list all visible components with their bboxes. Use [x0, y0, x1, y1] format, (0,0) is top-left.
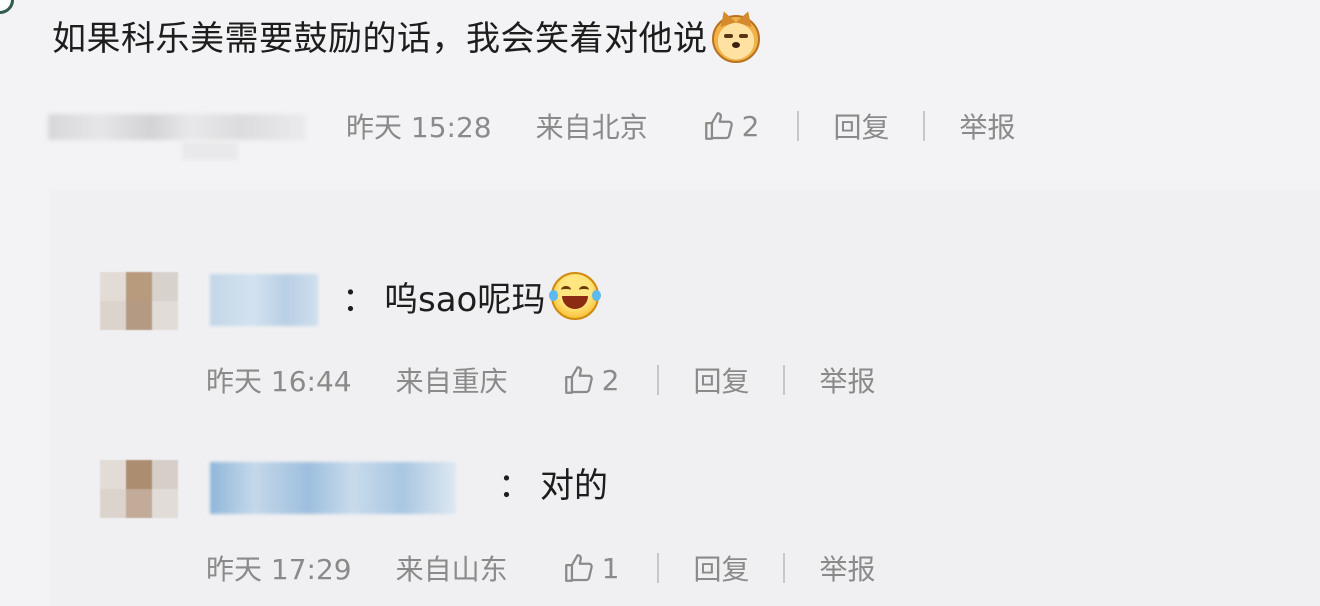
comment-time: 昨天 15:28: [346, 111, 492, 144]
divider: [657, 365, 660, 395]
replies-section: ： 呜sao呢玛 昨天 16:44 来自重庆 2 回复 举报 ： 对的 昨天 1…: [50, 190, 1320, 606]
main-comment-meta: 昨天 15:28 来自北京 2 回复 举报: [346, 106, 1015, 146]
reply-meta: 昨天 16:44 来自重庆 2 回复 举报: [206, 360, 875, 400]
thumbs-up-icon: [704, 112, 733, 140]
reply-meta: 昨天 17:29 来自山东 1 回复 举报: [206, 548, 875, 588]
main-comment: 如果科乐美需要鼓励的话，我会笑着对他说: [52, 10, 1320, 68]
reply-text: 对的: [540, 465, 608, 506]
reply-button[interactable]: 回复: [833, 106, 889, 146]
divider: [783, 553, 786, 583]
reply-separator: ：: [342, 279, 376, 320]
report-button[interactable]: 举报: [819, 548, 875, 588]
report-button[interactable]: 举报: [959, 106, 1015, 146]
divider: [783, 365, 786, 395]
divider: [797, 111, 800, 141]
reply-username-blurred[interactable]: [210, 462, 456, 514]
reply-time: 昨天 16:44: [206, 365, 352, 398]
like-button[interactable]: 2: [702, 109, 760, 143]
main-comment-username-blurred-sub: [182, 142, 238, 160]
thumbs-up-icon: [564, 554, 593, 582]
like-count: 2: [741, 109, 760, 143]
like-count: 2: [601, 363, 620, 397]
divider: [923, 111, 926, 141]
avatar[interactable]: [100, 272, 178, 330]
comment-location: 来自北京: [535, 111, 648, 144]
reply-separator: ：: [498, 465, 532, 506]
main-comment-body: 如果科乐美需要鼓励的话，我会笑着对他说: [52, 10, 1320, 68]
avatar[interactable]: [100, 460, 178, 518]
divider: [657, 553, 660, 583]
report-button[interactable]: 举报: [819, 360, 875, 400]
reply-button[interactable]: 回复: [693, 360, 749, 400]
thumbs-up-icon: [564, 366, 593, 394]
reply-text: 呜sao呢玛: [384, 279, 546, 320]
reply-body: ： 呜sao呢玛: [342, 270, 602, 322]
corner-avatar-fragment: [0, 0, 14, 14]
like-button[interactable]: 2: [562, 363, 620, 397]
reply-time: 昨天 17:29: [206, 553, 352, 586]
main-comment-username-blurred[interactable]: [48, 114, 306, 140]
reply-location: 来自重庆: [395, 365, 508, 398]
reply-location: 来自山东: [395, 553, 508, 586]
main-comment-text: 如果科乐美需要鼓励的话，我会笑着对他说: [52, 19, 708, 59]
laughing-tears-emoji-icon: [549, 272, 602, 320]
like-count: 1: [601, 551, 620, 585]
like-button[interactable]: 1: [562, 551, 620, 585]
reply-body: ： 对的: [498, 456, 608, 508]
doge-emoji-icon: [711, 15, 760, 63]
reply-button[interactable]: 回复: [693, 548, 749, 588]
reply-username-blurred[interactable]: [210, 274, 318, 326]
